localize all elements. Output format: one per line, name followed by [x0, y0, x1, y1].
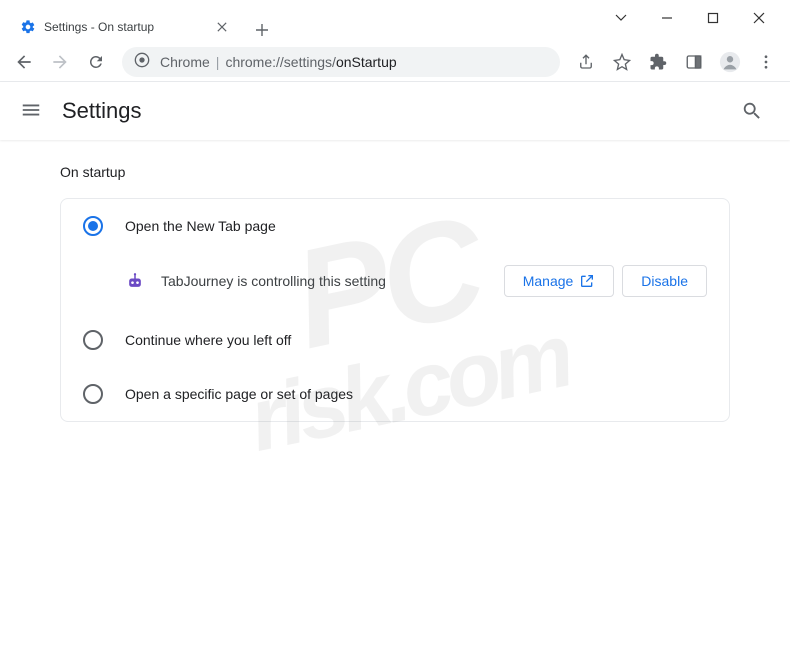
page-title: Settings — [62, 98, 734, 124]
option-label: Open the New Tab page — [125, 218, 276, 234]
disable-button[interactable]: Disable — [622, 265, 707, 297]
settings-content: On startup Open the New Tab page TabJour… — [0, 140, 790, 446]
profile-avatar-icon[interactable] — [714, 46, 746, 78]
side-panel-icon[interactable] — [678, 46, 710, 78]
window-maximize-button[interactable] — [690, 2, 736, 34]
window-dropdown-icon[interactable] — [598, 2, 644, 34]
tab-strip: Settings - On startup — [0, 8, 590, 44]
browser-toolbar: Chrome | chrome://settings/onStartup — [0, 42, 790, 82]
radio-unselected-icon[interactable] — [83, 384, 103, 404]
browser-tab[interactable]: Settings - On startup — [10, 10, 240, 44]
notice-actions: Manage Disable — [504, 265, 707, 297]
address-bar[interactable]: Chrome | chrome://settings/onStartup — [122, 47, 560, 77]
chrome-security-icon — [134, 52, 150, 71]
url-prefix: Chrome — [160, 54, 210, 70]
url-path: onStartup — [336, 54, 397, 70]
startup-options-card: Open the New Tab page TabJourney is cont… — [60, 198, 730, 422]
url-scheme: chrome://settings/ — [225, 54, 336, 70]
window-minimize-button[interactable] — [644, 2, 690, 34]
manage-button[interactable]: Manage — [504, 265, 615, 297]
option-new-tab-page[interactable]: Open the New Tab page — [61, 199, 729, 253]
hamburger-menu-icon[interactable] — [20, 99, 44, 123]
back-button[interactable] — [8, 46, 40, 78]
option-specific-pages[interactable]: Open a specific page or set of pages — [61, 367, 729, 421]
forward-button[interactable] — [44, 46, 76, 78]
tab-title: Settings - On startup — [44, 20, 208, 34]
extension-controlling-notice: TabJourney is controlling this setting M… — [61, 253, 729, 313]
option-label: Open a specific page or set of pages — [125, 386, 353, 402]
chrome-menu-icon[interactable] — [750, 46, 782, 78]
section-title: On startup — [60, 164, 730, 180]
open-external-icon — [579, 273, 595, 289]
manage-label: Manage — [523, 273, 574, 289]
radio-selected-icon[interactable] — [83, 216, 103, 236]
window-close-button[interactable] — [736, 2, 782, 34]
new-tab-button[interactable] — [248, 16, 276, 44]
settings-header: Settings — [0, 82, 790, 140]
option-continue-where-left-off[interactable]: Continue where you left off — [61, 313, 729, 367]
tab-close-button[interactable] — [214, 19, 230, 35]
share-icon[interactable] — [570, 46, 602, 78]
extension-robot-icon — [125, 271, 145, 291]
search-button[interactable] — [734, 93, 770, 129]
disable-label: Disable — [641, 273, 688, 289]
radio-unselected-icon[interactable] — [83, 330, 103, 350]
url-separator: | — [216, 54, 220, 70]
bookmark-star-icon[interactable] — [606, 46, 638, 78]
notice-text: TabJourney is controlling this setting — [161, 273, 504, 289]
option-label: Continue where you left off — [125, 332, 291, 348]
reload-button[interactable] — [80, 46, 112, 78]
gear-icon — [20, 19, 36, 35]
extensions-puzzle-icon[interactable] — [642, 46, 674, 78]
